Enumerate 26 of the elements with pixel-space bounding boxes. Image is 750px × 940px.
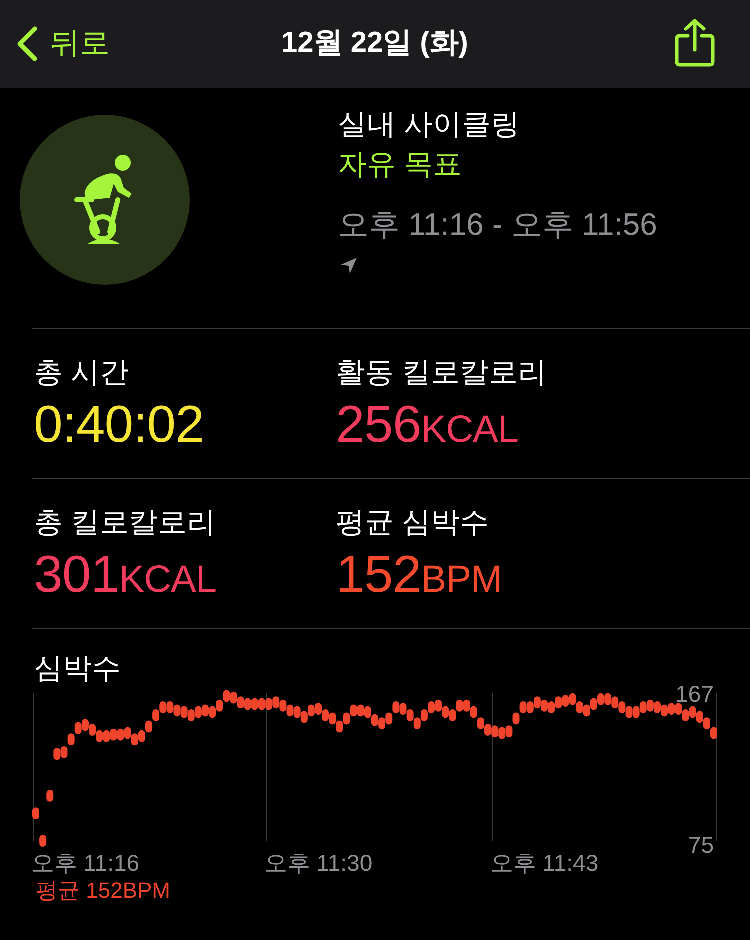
header-title: 12월 22일 (화) (282, 26, 468, 62)
workout-name: 실내 사이클링 (338, 108, 522, 143)
heart-rate-point (46, 790, 54, 802)
metric-label: 평균 심박수 (336, 506, 490, 541)
heart-rate-point (40, 835, 47, 847)
metric-value: 0:40:02 (34, 395, 204, 456)
back-chevron-icon (16, 26, 38, 62)
metric-label: 활동 킬로칼로리 (336, 356, 548, 391)
x-axis-label: 오후 11:30 (264, 850, 373, 876)
heart-rate-point (32, 808, 40, 820)
workout-goal: 자유 목표 (338, 148, 464, 183)
location-icon (340, 257, 358, 275)
metric-value: 256KCAL (336, 395, 519, 456)
y-axis-label: 167 (676, 681, 714, 707)
metric-value: 301KCAL (34, 545, 217, 606)
metric-label: 총 시간 (34, 356, 130, 391)
share-icon[interactable] (674, 18, 716, 68)
average-heart-rate: 평균 152BPM (36, 877, 170, 905)
x-axis-label: 오후 11:43 (490, 850, 599, 876)
x-axis-label: 오후 11:16 (31, 850, 140, 876)
workout-time-range: 오후 11:16 - 오후 11:56 (338, 206, 658, 244)
y-axis-label: 75 (688, 832, 714, 858)
metric-label: 총 킬로칼로리 (34, 506, 216, 541)
back-button[interactable]: 뒤로 (16, 22, 110, 66)
metric-value: 152BPM (336, 545, 502, 606)
chart-title: 심박수 (34, 652, 121, 687)
